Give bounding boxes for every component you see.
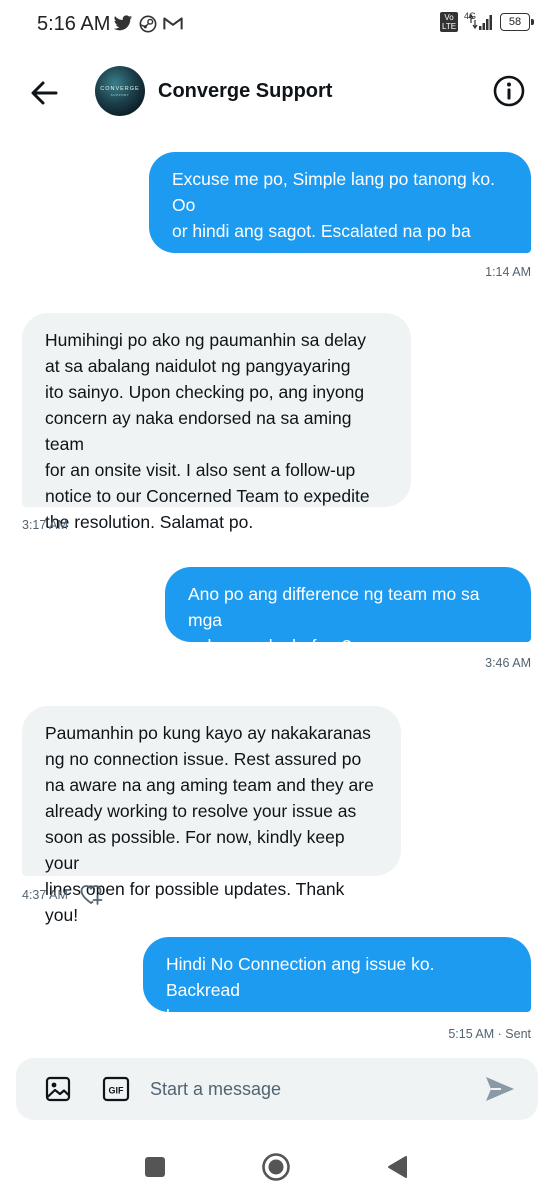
gmail-icon xyxy=(163,17,183,30)
status-time: 5:16 AM xyxy=(37,13,111,35)
message-timestamp: 1:14 AM xyxy=(485,265,531,279)
message-input[interactable] xyxy=(150,1076,450,1102)
message-timestamp: 3:46 AM xyxy=(485,656,531,670)
gif-label: GIF xyxy=(109,1086,125,1096)
back-arrow-icon[interactable] xyxy=(26,74,64,112)
message-bubble-outgoing[interactable]: Ano po ang difference ng team mo sa mga … xyxy=(165,567,531,656)
message-bubble-outgoing[interactable]: Hindi No Connection ang issue ko. Backre… xyxy=(143,937,531,1026)
volte-indicator: Vo LTE xyxy=(439,12,458,32)
status-right: Vo LTE 4G 58 xyxy=(439,11,534,32)
recent-apps-icon[interactable] xyxy=(144,1156,166,1178)
send-icon[interactable] xyxy=(484,1074,516,1104)
avatar[interactable]: CONVERGE SUPPORT xyxy=(95,66,145,116)
message-composer: GIF xyxy=(16,1058,538,1120)
message-timestamp: 3:17 AM xyxy=(22,518,68,532)
image-icon[interactable] xyxy=(44,1075,72,1103)
battery-indicator: 58 xyxy=(500,13,534,31)
message-bubble-incoming[interactable]: Humihingi po ako ng paumanhin sa delay a… xyxy=(22,313,411,532)
avatar-brand-text: CONVERGE xyxy=(100,85,140,92)
add-reaction-heart-icon[interactable] xyxy=(79,882,103,906)
system-navigation-bar xyxy=(0,1140,554,1200)
back-nav-icon[interactable] xyxy=(386,1155,408,1179)
conversation-header: CONVERGE SUPPORT Converge Support xyxy=(0,52,554,132)
home-icon[interactable] xyxy=(261,1152,291,1182)
message-timestamp: 4:37 AM xyxy=(22,888,68,902)
gif-icon[interactable]: GIF xyxy=(102,1075,130,1103)
contact-name[interactable]: Converge Support xyxy=(158,80,332,103)
avatar-sub-text: SUPPORT xyxy=(110,92,130,97)
steam-icon xyxy=(139,15,157,33)
network-type: 4G xyxy=(463,11,476,21)
status-bar: 5:16 AM Vo LTE 4G 58 xyxy=(0,0,554,52)
message-timestamp-sent: 5:15 AM · Sent xyxy=(448,1027,531,1041)
info-icon[interactable] xyxy=(492,74,526,108)
message-bubble-outgoing[interactable]: Excuse me po, Simple lang po tanong ko. … xyxy=(149,152,531,293)
twitter-icon xyxy=(113,15,133,31)
message-bubble-incoming[interactable]: Paumanhin po kung kayo ay nakakaranas ng… xyxy=(22,706,401,925)
